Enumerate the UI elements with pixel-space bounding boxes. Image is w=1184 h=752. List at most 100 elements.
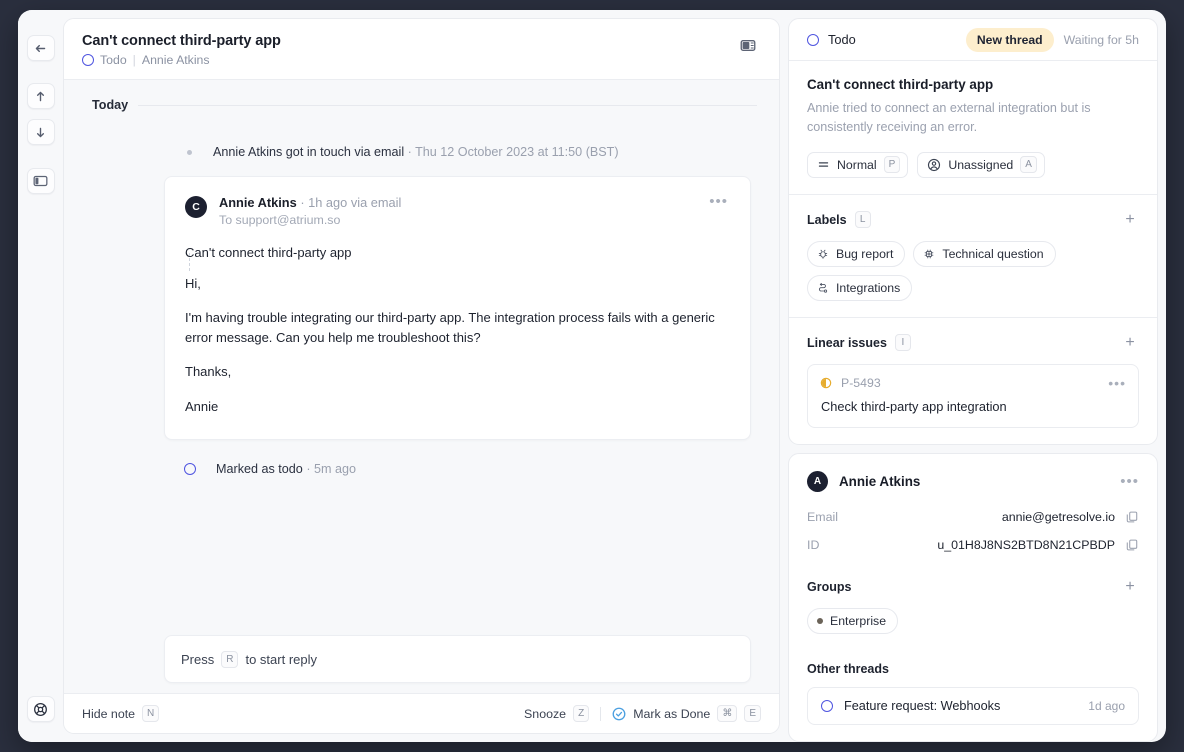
copy-email-button[interactable] [1125,510,1139,524]
contact-more-button[interactable]: ••• [1120,474,1139,489]
next-thread-button[interactable] [26,119,55,145]
message-timestamp: · 1h ago via email [300,195,402,210]
chip-icon [925,249,934,259]
groups-label: Groups [807,579,852,594]
groups-list: Enterprise [807,607,1139,634]
linear-issue-top-row: P-5493 ••• [820,376,1126,390]
label-chip-text: Technical question [942,246,1044,261]
thread-header: Can't connect third-party app Todo | Ann… [64,19,779,80]
message-paragraph: Hi, [185,276,201,291]
add-label-button[interactable]: + [1121,211,1139,229]
message-recipient: To support@atrium.so [219,213,341,227]
event-text: Marked as todo [216,461,303,476]
thread-panel: Can't connect third-party app Todo | Ann… [63,18,780,734]
assignee-key: A [1020,156,1037,174]
linear-issues-section-title: Linear issues I [807,334,911,352]
right-panel: Todo New thread Waiting for 5h Can't con… [788,10,1166,742]
toggle-left-sidebar-button[interactable] [26,168,55,194]
add-group-button[interactable]: + [1121,578,1139,596]
message-paragraph: I'm having trouble integrating our third… [185,310,715,346]
todo-ring-icon [807,33,819,46]
timeline-event: Annie Atkins got in touch via email · Th… [64,144,779,160]
app-window: Can't connect third-party app Todo | Ann… [18,10,1166,742]
add-linear-issue-button[interactable]: + [1121,334,1139,352]
composer-shortcut-key: R [221,650,239,668]
thread-subtitle: Todo | Annie Atkins [82,53,281,67]
composer-suffix: to start reply [245,651,317,667]
group-chip-enterprise[interactable]: Enterprise [807,607,899,634]
assignee-label: Unassigned [948,157,1014,172]
thread-sub-separator: | [132,53,136,67]
copy-id-button[interactable] [1125,538,1139,552]
message-more-button[interactable]: ••• [707,194,730,209]
linear-issue-key-block: P-5493 [820,376,881,390]
hide-note-button[interactable]: Hide note N [82,705,160,722]
linear-issue-item[interactable]: P-5493 ••• Check third-party app integra… [807,363,1139,428]
label-chip-bug-report[interactable]: Bug report [807,240,906,267]
bottom-bar-divider [600,706,602,721]
label-chip-technical-question[interactable]: Technical question [913,240,1056,267]
other-thread-title: Feature request: Webhooks [844,698,1001,713]
thread-status[interactable]: Todo [807,32,856,47]
other-thread-main: Feature request: Webhooks [821,699,1000,713]
message-author-line: Annie Atkins · 1h ago via email [219,195,707,210]
hide-note-key: N [142,705,160,722]
thread-summary-section: Can't connect third-party app Annie trie… [789,61,1157,194]
event-dot-icon [187,149,192,155]
toggle-right-panel-button[interactable] [735,33,761,57]
todo-ring-icon [821,699,833,712]
done-key-e: E [744,705,761,722]
groups-section-header: Groups + [807,578,1139,596]
field-label: ID [807,537,820,552]
contact-field-email: Email annie@getresolve.io [807,510,1139,524]
thread-details-header: Todo New thread Waiting for 5h [789,19,1157,61]
priority-bars-icon [818,162,829,168]
todo-ring-icon [82,54,94,66]
user-circle-icon [928,158,941,171]
linear-issues-shortcut-key: I [894,334,911,352]
contact-section: A Annie Atkins ••• Email annie@getresolv… [789,454,1157,741]
message-body: Can't connect third-party app Hi, I'm ha… [185,245,730,417]
previous-thread-button[interactable] [26,83,55,109]
contact-header: A Annie Atkins ••• [807,470,1139,492]
other-thread-item[interactable]: Feature request: Webhooks 1d ago [807,686,1139,725]
arrow-up-icon [36,91,45,101]
label-chip-integrations[interactable]: Integrations [807,274,913,301]
back-button[interactable] [26,35,55,61]
thread-status-label: Todo [828,32,856,47]
priority-key: P [883,156,901,174]
reply-composer[interactable]: Press R to start reply [164,635,751,683]
bottom-bar-actions: Snooze Z Mark as Done ⌘ E [524,705,761,722]
event-meta: · 5m ago [306,461,357,476]
snooze-label: Snooze [524,706,567,721]
labels-label: Labels [807,212,847,227]
labels-section-title: Labels L [807,211,871,229]
email-message-card[interactable]: C Annie Atkins · 1h ago via email To sup… [164,176,751,440]
waiting-time-label: Waiting for 5h [1063,32,1139,47]
priority-label: Normal [837,157,877,172]
panel-left-icon [33,175,48,187]
contact-identity: A Annie Atkins [807,470,921,492]
center-column: Can't connect third-party app Todo | Ann… [63,10,788,742]
other-threads-label: Other threads [807,661,889,676]
thread-header-text: Can't connect third-party app Todo | Ann… [82,33,281,67]
thread-details-card: Todo New thread Waiting for 5h Can't con… [788,18,1158,445]
priority-selector[interactable]: Normal P [807,151,909,178]
contact-details-card: A Annie Atkins ••• Email annie@getresolv… [788,452,1158,742]
linear-issue-more-button[interactable]: ••• [1108,376,1126,390]
avatar: A [807,470,828,492]
help-button[interactable] [26,696,55,722]
message-paragraph: Annie [185,398,219,414]
lifebuoy-icon [34,702,47,716]
workflow-icon [819,282,828,293]
linear-issues-label: Linear issues [807,335,887,350]
label-chip-text: Bug report [836,246,894,261]
mark-as-done-button[interactable]: Mark as Done ⌘ E [612,705,761,722]
assignee-selector[interactable]: Unassigned A [917,151,1045,178]
hide-note-label: Hide note [82,706,136,721]
copy-icon [1126,511,1138,523]
contact-name: Annie Atkins [839,473,921,489]
event-text: Annie Atkins got in touch via email [213,145,405,159]
snooze-button[interactable]: Snooze Z [524,705,590,722]
message-paragraph: Thanks, [185,364,232,380]
